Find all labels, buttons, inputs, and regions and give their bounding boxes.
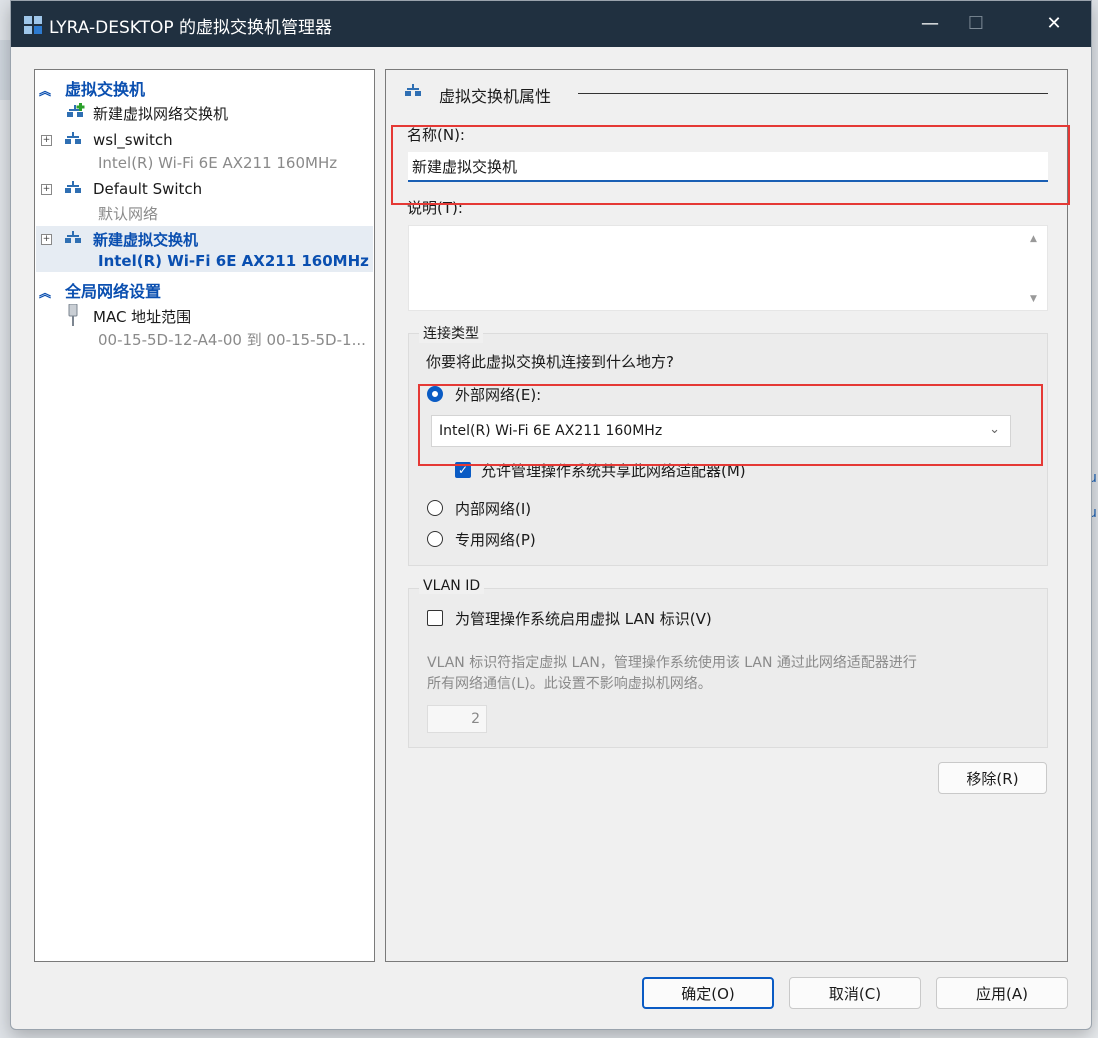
vlan-enable-checkbox[interactable]: [427, 610, 443, 626]
external-network-radio[interactable]: [427, 386, 443, 402]
vlan-id-input[interactable]: 2: [427, 705, 487, 733]
background-window: [0, 40, 10, 100]
tree-item-sub: 00-15-5D-12-A4-00 到 00-15-5D-1...: [98, 331, 366, 349]
network-switch-icon: [65, 231, 81, 243]
network-switch-icon: [405, 84, 421, 96]
navigation-tree[interactable]: ︽ 虚拟交换机 新建虚拟网络交换机 + wsl_switch Intel(R) W…: [34, 69, 375, 962]
expand-icon[interactable]: +: [41, 234, 52, 245]
internal-network-radio[interactable]: [427, 500, 443, 516]
ok-button[interactable]: 确定(O): [642, 977, 774, 1009]
vlan-description-line1: VLAN 标识符指定虚拟 LAN，管理操作系统使用该 LAN 通过此网络适配器进…: [427, 655, 917, 671]
connection-question: 你要将此虚拟交换机连接到什么地方?: [426, 353, 674, 371]
tree-item-new-network-switch[interactable]: 新建虚拟网络交换机: [93, 103, 228, 124]
apply-button[interactable]: 应用(A): [936, 977, 1068, 1009]
vlan-description-line2: 所有网络通信(L)。此设置不影响虚拟机网络。: [427, 676, 712, 692]
section-virtual-switches[interactable]: ︽ 虚拟交换机: [39, 76, 145, 100]
switch-manager-icon: [24, 16, 42, 34]
scroll-down-icon[interactable]: ▼: [1030, 294, 1037, 304]
add-switch-icon: [67, 103, 85, 117]
cancel-button[interactable]: 取消(C): [789, 977, 921, 1009]
tree-item-sub: Intel(R) Wi-Fi 6E AX211 160MHz: [98, 252, 369, 270]
window-title: LYRA-DESKTOP 的虚拟交换机管理器: [49, 18, 332, 38]
scroll-up-icon[interactable]: ▲: [1030, 234, 1037, 244]
network-switch-icon: [65, 181, 81, 193]
virtual-switch-manager-dialog: LYRA-DESKTOP 的虚拟交换机管理器 — ☐ ✕ ︽ 虚拟交换机 新建虚拟…: [10, 0, 1092, 1030]
scrollbar[interactable]: ▲ ▼: [1023, 226, 1047, 310]
group-title: 连接类型: [419, 323, 483, 343]
remove-button[interactable]: 移除(R): [938, 762, 1047, 794]
tree-item-wsl-switch[interactable]: wsl_switch: [93, 131, 173, 149]
private-network-radio[interactable]: [427, 531, 443, 547]
maximize-button[interactable]: ☐: [953, 1, 999, 47]
notes-textarea[interactable]: ▲ ▼: [408, 225, 1048, 311]
tree-item-mac-range[interactable]: MAC 地址范围: [93, 306, 191, 327]
collapse-icon[interactable]: ︽: [39, 284, 55, 301]
tree-item-default-switch[interactable]: Default Switch: [93, 180, 202, 198]
name-label: 名称(N):: [407, 126, 465, 144]
mac-address-icon: [68, 304, 78, 326]
properties-panel: 虚拟交换机属性 名称(N): 说明(T): ▲ ▼ 连接类型 你要将此虚拟交换机…: [385, 69, 1068, 962]
network-switch-icon: [65, 132, 81, 144]
chevron-down-icon: ⌄: [989, 422, 1000, 437]
section-global-network[interactable]: ︽ 全局网络设置: [39, 278, 161, 302]
vlan-enable-label: 为管理操作系统启用虚拟 LAN 标识(V): [455, 610, 712, 628]
name-input[interactable]: [408, 152, 1048, 182]
collapse-icon[interactable]: ︽: [39, 82, 55, 99]
allow-share-checkbox[interactable]: ✓: [455, 462, 471, 478]
tree-item-sub: Intel(R) Wi-Fi 6E AX211 160MHz: [98, 154, 338, 172]
internal-network-label: 内部网络(I): [455, 500, 532, 518]
tree-item-new-switch[interactable]: 新建虚拟交换机: [93, 229, 198, 250]
notes-label: 说明(T):: [407, 199, 463, 217]
expand-icon[interactable]: +: [41, 184, 52, 195]
adapter-select[interactable]: Intel(R) Wi-Fi 6E AX211 160MHz ⌄: [431, 415, 1011, 447]
panel-heading: 虚拟交换机属性: [439, 87, 552, 106]
expand-icon[interactable]: +: [41, 135, 52, 146]
external-network-label: 外部网络(E):: [455, 386, 542, 404]
group-title: VLAN ID: [419, 578, 485, 594]
heading-rule: [578, 93, 1048, 94]
minimize-button[interactable]: —: [907, 1, 953, 47]
title-bar[interactable]: LYRA-DESKTOP 的虚拟交换机管理器 — ☐ ✕: [11, 1, 1091, 47]
tree-item-sub: 默认网络: [98, 205, 159, 223]
private-network-label: 专用网络(P): [455, 531, 536, 549]
close-button[interactable]: ✕: [1031, 1, 1077, 47]
allow-share-label: 允许管理操作系统共享此网络适配器(M): [481, 462, 746, 480]
